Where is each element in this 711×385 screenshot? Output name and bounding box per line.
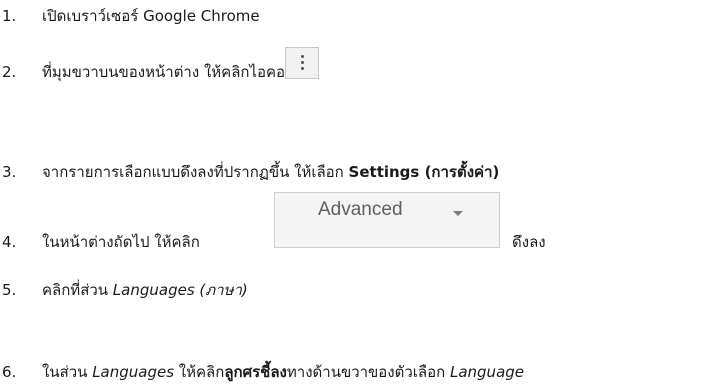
step-text: ให้คลิก	[174, 363, 225, 381]
settings-label: Settings (การตั้งค่า)	[348, 163, 500, 181]
step-text: ทางด้านขวาของตัวเลือก	[286, 363, 450, 381]
languages-label: Languages (ภาษา)	[112, 281, 248, 299]
step-number: 4.	[2, 233, 17, 251]
step-number: 2.	[2, 63, 17, 81]
advanced-label: Advanced	[318, 199, 403, 220]
step-text: เปิดเบราว์เซอร์ Google Chrome	[42, 7, 260, 25]
step-text: ดึงลง	[512, 233, 546, 251]
step-4-suffix: ดึงลง	[512, 232, 546, 252]
step-number: 6.	[2, 363, 17, 381]
step-text: คลิกที่ส่วน	[42, 281, 113, 299]
step-number: 3.	[2, 163, 17, 181]
caret-down-icon	[453, 211, 463, 216]
languages-label: Languages	[92, 363, 175, 381]
language-option-label: Language	[449, 363, 525, 381]
down-arrow-label: ลูกศรชี้ลง	[224, 363, 287, 381]
step-number: 1.	[2, 7, 17, 25]
step-text: ที่มุมขวาบนของหน้าต่าง ให้คลิกไอคอน	[42, 63, 296, 81]
advanced-dropdown-image: Advanced	[274, 192, 500, 248]
step-text: ในหน้าต่างถัดไป ให้คลิก	[42, 233, 200, 251]
step-text: ในส่วน	[42, 363, 93, 381]
more-options-icon	[285, 47, 319, 79]
step-text: จากรายการเลือกแบบดึงลงที่ปรากฏขึ้น ให้เล…	[42, 163, 349, 181]
step-number: 5.	[2, 281, 17, 299]
